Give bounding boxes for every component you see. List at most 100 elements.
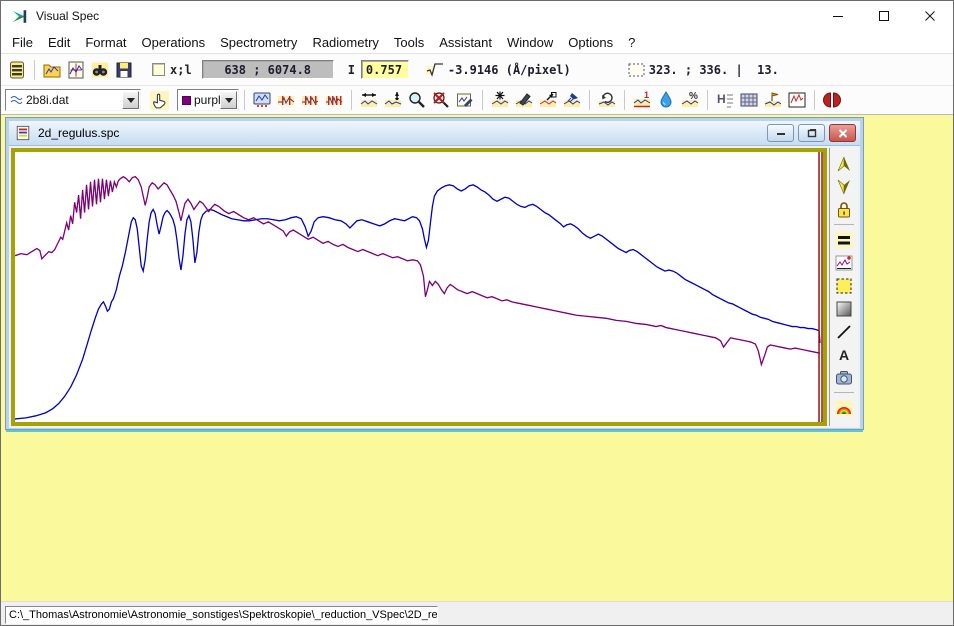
crop-spider-icon [490, 90, 510, 110]
text-tool-button[interactable]: A [832, 343, 856, 366]
menu-item[interactable]: Radiometry [305, 33, 385, 52]
edit-page-button[interactable] [453, 89, 477, 112]
xl-checkbox[interactable] [152, 63, 165, 76]
chart-marker-button[interactable] [832, 251, 856, 274]
split-red-button[interactable] [820, 89, 844, 112]
normalize-one-button[interactable]: 1 [630, 89, 654, 112]
mdi-workspace: 2d_regulus.spc [1, 115, 953, 601]
framed-spectrum-icon [787, 90, 807, 110]
menu-item[interactable]: Operations [135, 33, 213, 52]
display-spectrum-button[interactable] [250, 89, 274, 112]
coordinate-display[interactable]: 638 ; 6074.8 [202, 60, 334, 79]
child-minimize-icon [775, 128, 787, 138]
menu-item[interactable]: File [5, 33, 40, 52]
profile-lines-1-icon [276, 90, 296, 110]
profile-lines-2-icon [300, 90, 320, 110]
camera-icon [834, 368, 854, 388]
spectrum-chart[interactable] [11, 148, 827, 426]
maximize-icon [877, 9, 891, 23]
hand-pick-button[interactable] [147, 89, 171, 112]
framed-spectrum-button[interactable] [785, 89, 809, 112]
color-swatch [182, 96, 191, 105]
child-restore-button[interactable] [798, 124, 825, 142]
normalize-one-icon: 1 [632, 90, 652, 110]
profile-lines-1-button[interactable] [274, 89, 298, 112]
profile-lines-3-button[interactable] [322, 89, 346, 112]
water-drop-button[interactable] [654, 89, 678, 112]
separator [34, 60, 35, 80]
child-close-button[interactable] [829, 124, 856, 142]
h-lines-button[interactable]: H [713, 89, 737, 112]
spectrum-window-titlebar[interactable]: 2d_regulus.spc [9, 121, 860, 146]
zoom-button[interactable] [405, 89, 429, 112]
graph-page-button[interactable] [64, 58, 88, 82]
shift-horizontal-button[interactable] [357, 89, 381, 112]
undo-curve-icon [597, 90, 617, 110]
file-select[interactable]: 2b8i.dat [5, 89, 141, 111]
line-tool-icon [834, 322, 854, 342]
binoculars-button[interactable] [88, 58, 112, 82]
spectrum-plot[interactable] [15, 152, 823, 422]
unzoom-button[interactable] [429, 89, 453, 112]
percent-curve-button[interactable]: % [678, 89, 702, 112]
close-icon [923, 9, 937, 23]
minimize-icon [831, 9, 845, 23]
save-button[interactable] [112, 58, 136, 82]
minimize-button[interactable] [815, 2, 861, 31]
menu-item[interactable]: Assistant [432, 33, 499, 52]
dashed-square-button[interactable] [832, 274, 856, 297]
camera-button[interactable] [832, 366, 856, 389]
crop-spider-button[interactable] [488, 89, 512, 112]
coordinate-value: 638 ; 6074.8 [224, 63, 311, 77]
child-minimize-button[interactable] [767, 124, 794, 142]
arrow-up-button[interactable] [832, 152, 856, 175]
clean-brush-icon [562, 90, 582, 110]
arrow-down-button[interactable] [832, 175, 856, 198]
maximize-button[interactable] [861, 2, 907, 31]
periodic-table-button[interactable] [737, 89, 761, 112]
series-spectrum-blue [15, 185, 820, 419]
file-wave-icon [9, 93, 23, 107]
open-profile-button[interactable] [40, 58, 64, 82]
dashed-square-icon [834, 276, 854, 296]
data-sheet-button[interactable] [5, 58, 29, 82]
menu-item[interactable]: Window [500, 33, 560, 52]
spectrum-file-icon [15, 125, 31, 141]
arrow-up-icon [834, 154, 854, 174]
export-arrow-button[interactable] [536, 89, 560, 112]
undo-curve-button[interactable] [595, 89, 619, 112]
separator [351, 90, 352, 110]
profile-lines-3-icon [324, 90, 344, 110]
clean-brush-button[interactable] [560, 89, 584, 112]
gradient-square-button[interactable] [832, 297, 856, 320]
color-select-dropdown[interactable] [220, 91, 237, 109]
h-lines-icon: H [715, 90, 735, 110]
selection-box-icon [627, 61, 646, 79]
line-tool-button[interactable] [832, 320, 856, 343]
rainbow-button[interactable] [832, 396, 856, 419]
shift-vertical-button[interactable] [381, 89, 405, 112]
menu-item[interactable]: ? [621, 33, 642, 52]
menu-item[interactable]: Options [561, 33, 620, 52]
menu-item[interactable]: Tools [387, 33, 431, 52]
spectrum-window[interactable]: 2d_regulus.spc [6, 118, 863, 429]
draw-pencil-icon [514, 90, 534, 110]
profile-lines-2-button[interactable] [298, 89, 322, 112]
lock-icon [834, 200, 854, 220]
equals-button[interactable] [832, 228, 856, 251]
data-sheet-icon [7, 60, 27, 80]
file-select-dropdown[interactable] [122, 91, 139, 109]
intensity-display[interactable]: 0.757 [361, 60, 409, 79]
menu-item[interactable]: Format [78, 33, 133, 52]
lock-button[interactable] [832, 198, 856, 221]
color-select[interactable]: purpleF [177, 89, 239, 111]
draw-pencil-button[interactable] [512, 89, 536, 112]
shift-horizontal-icon [359, 90, 379, 110]
close-button[interactable] [907, 2, 953, 31]
intensity-value: 0.757 [366, 63, 402, 77]
display-spectrum-icon [252, 90, 272, 110]
xl-label: x;l [170, 63, 192, 77]
menu-item[interactable]: Spectrometry [213, 33, 304, 52]
menu-item[interactable]: Edit [41, 33, 77, 52]
flag-curve-button[interactable] [761, 89, 785, 112]
